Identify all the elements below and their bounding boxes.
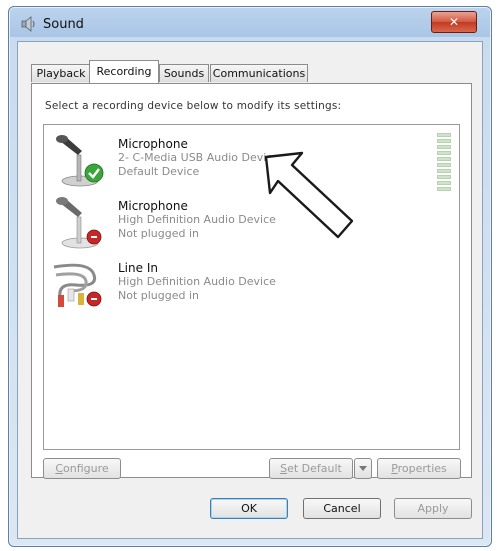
chevron-down-icon	[359, 465, 367, 471]
close-icon: ✕	[448, 15, 460, 29]
properties-button[interactable]: Properties	[377, 458, 461, 479]
button-label: OK	[241, 502, 257, 515]
device-name: Line In	[118, 261, 158, 275]
default-check-icon	[84, 163, 104, 183]
tab-recording[interactable]: Recording	[89, 60, 159, 83]
tab-label: Playback	[36, 67, 86, 80]
configure-button[interactable]: Configure	[43, 458, 121, 479]
device-driver: High Definition Audio Device	[118, 213, 276, 226]
speaker-icon	[21, 16, 35, 32]
window-title: Sound	[43, 17, 84, 32]
list-item-device-usb-microphone[interactable]: Microphone 2- C-Media USB Audio Device D…	[50, 133, 450, 193]
title-bar[interactable]: Sound ✕	[9, 7, 491, 41]
unplugged-icon	[86, 229, 102, 245]
set-default-dropdown-button[interactable]	[354, 458, 372, 479]
button-label: Cancel	[323, 502, 361, 515]
device-driver: High Definition Audio Device	[118, 275, 276, 288]
level-meter	[437, 133, 451, 193]
list-item-device-line-in[interactable]: Line In High Definition Audio Device Not…	[50, 257, 450, 317]
device-status: Not plugged in	[118, 227, 200, 240]
device-driver: 2- C-Media USB Audio Device	[118, 151, 280, 164]
ok-button[interactable]: OK	[210, 498, 288, 519]
annotation-arrow-icon	[264, 151, 354, 239]
device-text: Microphone 2- C-Media USB Audio Device D…	[118, 137, 279, 179]
apply-button[interactable]: Apply	[394, 498, 472, 519]
button-label: et Default	[287, 462, 342, 475]
tab-label: Communications	[212, 67, 306, 80]
cancel-button[interactable]: Cancel	[303, 498, 381, 519]
set-default-button[interactable]: Set Default	[269, 458, 353, 479]
button-label: Apply	[417, 502, 449, 515]
unplugged-icon	[86, 291, 102, 307]
tab-label: Recording	[96, 65, 152, 78]
mnemonic: C	[55, 462, 64, 475]
device-status: Default Device	[118, 165, 200, 178]
tab-playback[interactable]: Playback	[31, 64, 91, 82]
instruction-text: Select a recording device below to modif…	[45, 100, 342, 112]
device-text: Microphone High Definition Audio Device …	[118, 199, 276, 241]
dialog-body: Playback Recording Sounds Communications…	[17, 41, 483, 539]
tab-label: Sounds	[163, 67, 205, 80]
close-button[interactable]: ✕	[431, 11, 477, 33]
device-text: Line In High Definition Audio Device Not…	[118, 261, 276, 303]
button-label: onfigure	[63, 462, 109, 475]
list-item-device-hd-microphone[interactable]: Microphone High Definition Audio Device …	[50, 195, 450, 255]
device-name: Microphone	[118, 137, 188, 151]
recording-device-list[interactable]: Microphone 2- C-Media USB Audio Device D…	[43, 124, 460, 450]
tab-sounds[interactable]: Sounds	[159, 64, 209, 82]
device-name: Microphone	[118, 199, 188, 213]
sound-dialog: Sound ✕ Playback Recording Sounds Commun…	[8, 6, 492, 547]
recording-panel: Select a recording device below to modif…	[31, 83, 472, 479]
device-status: Not plugged in	[118, 289, 200, 302]
tab-communications[interactable]: Communications	[210, 64, 308, 82]
button-label: roperties	[397, 462, 447, 475]
